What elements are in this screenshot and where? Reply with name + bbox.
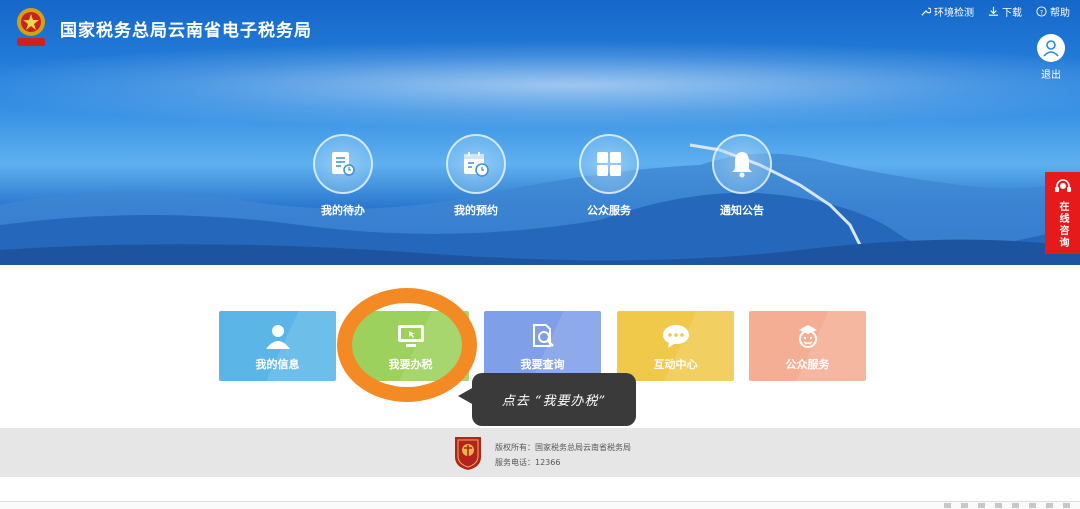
quick-my-appointment-label: 我的预约: [454, 204, 498, 217]
headset-icon: [1054, 179, 1071, 192]
browser-status-bar: [0, 501, 1080, 509]
tile-handle-tax-label: 我要办税: [388, 358, 433, 371]
user-icon: [263, 321, 293, 351]
header-banner: 国家税务总局云南省电子税务局 环境检测 下载 ? 帮助 退出 我的待办 我的预约…: [0, 0, 1080, 265]
quick-my-todo-label: 我的待办: [321, 204, 365, 217]
brand[interactable]: 国家税务总局云南省电子税务局: [12, 6, 312, 50]
footer-text: 版权所有：国家税务总局云南省税务局 服务电话：12366: [495, 440, 631, 470]
tile-my-info[interactable]: 我的信息: [219, 311, 336, 381]
face-icon: [793, 321, 823, 351]
help-label: 帮助: [1050, 8, 1070, 19]
quick-notice[interactable]: 通知公告: [702, 134, 782, 218]
quick-notice-label: 通知公告: [720, 204, 764, 217]
logout-label: 退出: [1041, 70, 1061, 81]
quick-access-row: 我的待办 我的预约 公众服务 通知公告: [0, 134, 1080, 234]
top-links: 环境检测 下载 ? 帮助: [920, 4, 1070, 19]
svg-text:?: ?: [1040, 8, 1043, 16]
env-check-label: 环境检测: [934, 8, 974, 19]
footer-copyright: 版权所有：国家税务总局云南省税务局: [495, 443, 631, 452]
tile-interaction-label: 互动中心: [653, 358, 698, 371]
status-icons: [944, 503, 1070, 508]
bell-icon: [728, 150, 756, 178]
footer-phone: 服务电话：12366: [495, 458, 561, 467]
quick-public-service-label: 公众服务: [587, 204, 631, 217]
grid-icon: [595, 150, 623, 178]
instruction-tooltip-text: 点去 “我要办税”: [501, 394, 607, 409]
help-icon: ?: [1036, 6, 1047, 17]
help-link[interactable]: ? 帮助: [1036, 4, 1070, 19]
quick-public-service[interactable]: 公众服务: [569, 134, 649, 218]
site-title: 国家税务总局云南省电子税务局: [60, 20, 312, 41]
sky-highlight: [0, 40, 1080, 130]
wrench-icon: [921, 7, 931, 16]
online-consult-button[interactable]: 在线咨询: [1045, 172, 1080, 254]
download-label: 下载: [1002, 8, 1022, 19]
quick-my-appointment[interactable]: 我的预约: [436, 134, 516, 218]
page: 国家税务总局云南省电子税务局 环境检测 下载 ? 帮助 退出 我的待办 我的预约…: [0, 0, 1080, 509]
download-icon: [988, 6, 999, 16]
tile-my-info-label: 我的信息: [255, 358, 300, 371]
logout-button[interactable]: 退出: [1034, 34, 1068, 81]
online-consult-label: 在线咨询: [1057, 201, 1068, 249]
footer: 版权所有：国家税务总局云南省税务局 服务电话：12366: [0, 428, 1080, 477]
quick-my-todo[interactable]: 我的待办: [303, 134, 383, 218]
tax-emblem-icon: [12, 6, 50, 50]
todo-list-icon: [329, 150, 357, 178]
tax-badge-icon: [455, 437, 481, 470]
monitor-icon: [396, 321, 426, 351]
tile-public-service-label: 公众服务: [785, 358, 830, 371]
tile-public-service[interactable]: 公众服务: [749, 311, 866, 381]
env-check-link[interactable]: 环境检测: [920, 4, 974, 19]
tile-handle-tax[interactable]: 我要办税: [352, 311, 469, 381]
tile-query[interactable]: 我要查询: [484, 311, 601, 381]
instruction-tooltip: 点去 “我要办税”: [458, 373, 636, 426]
tile-query-label: 我要查询: [520, 358, 565, 371]
user-avatar-icon: [1037, 34, 1065, 62]
tile-interaction[interactable]: 互动中心: [617, 311, 734, 381]
chat-icon: [661, 321, 691, 351]
download-link[interactable]: 下载: [988, 4, 1022, 19]
calendar-icon: [462, 150, 490, 178]
search-doc-icon: [528, 321, 558, 351]
